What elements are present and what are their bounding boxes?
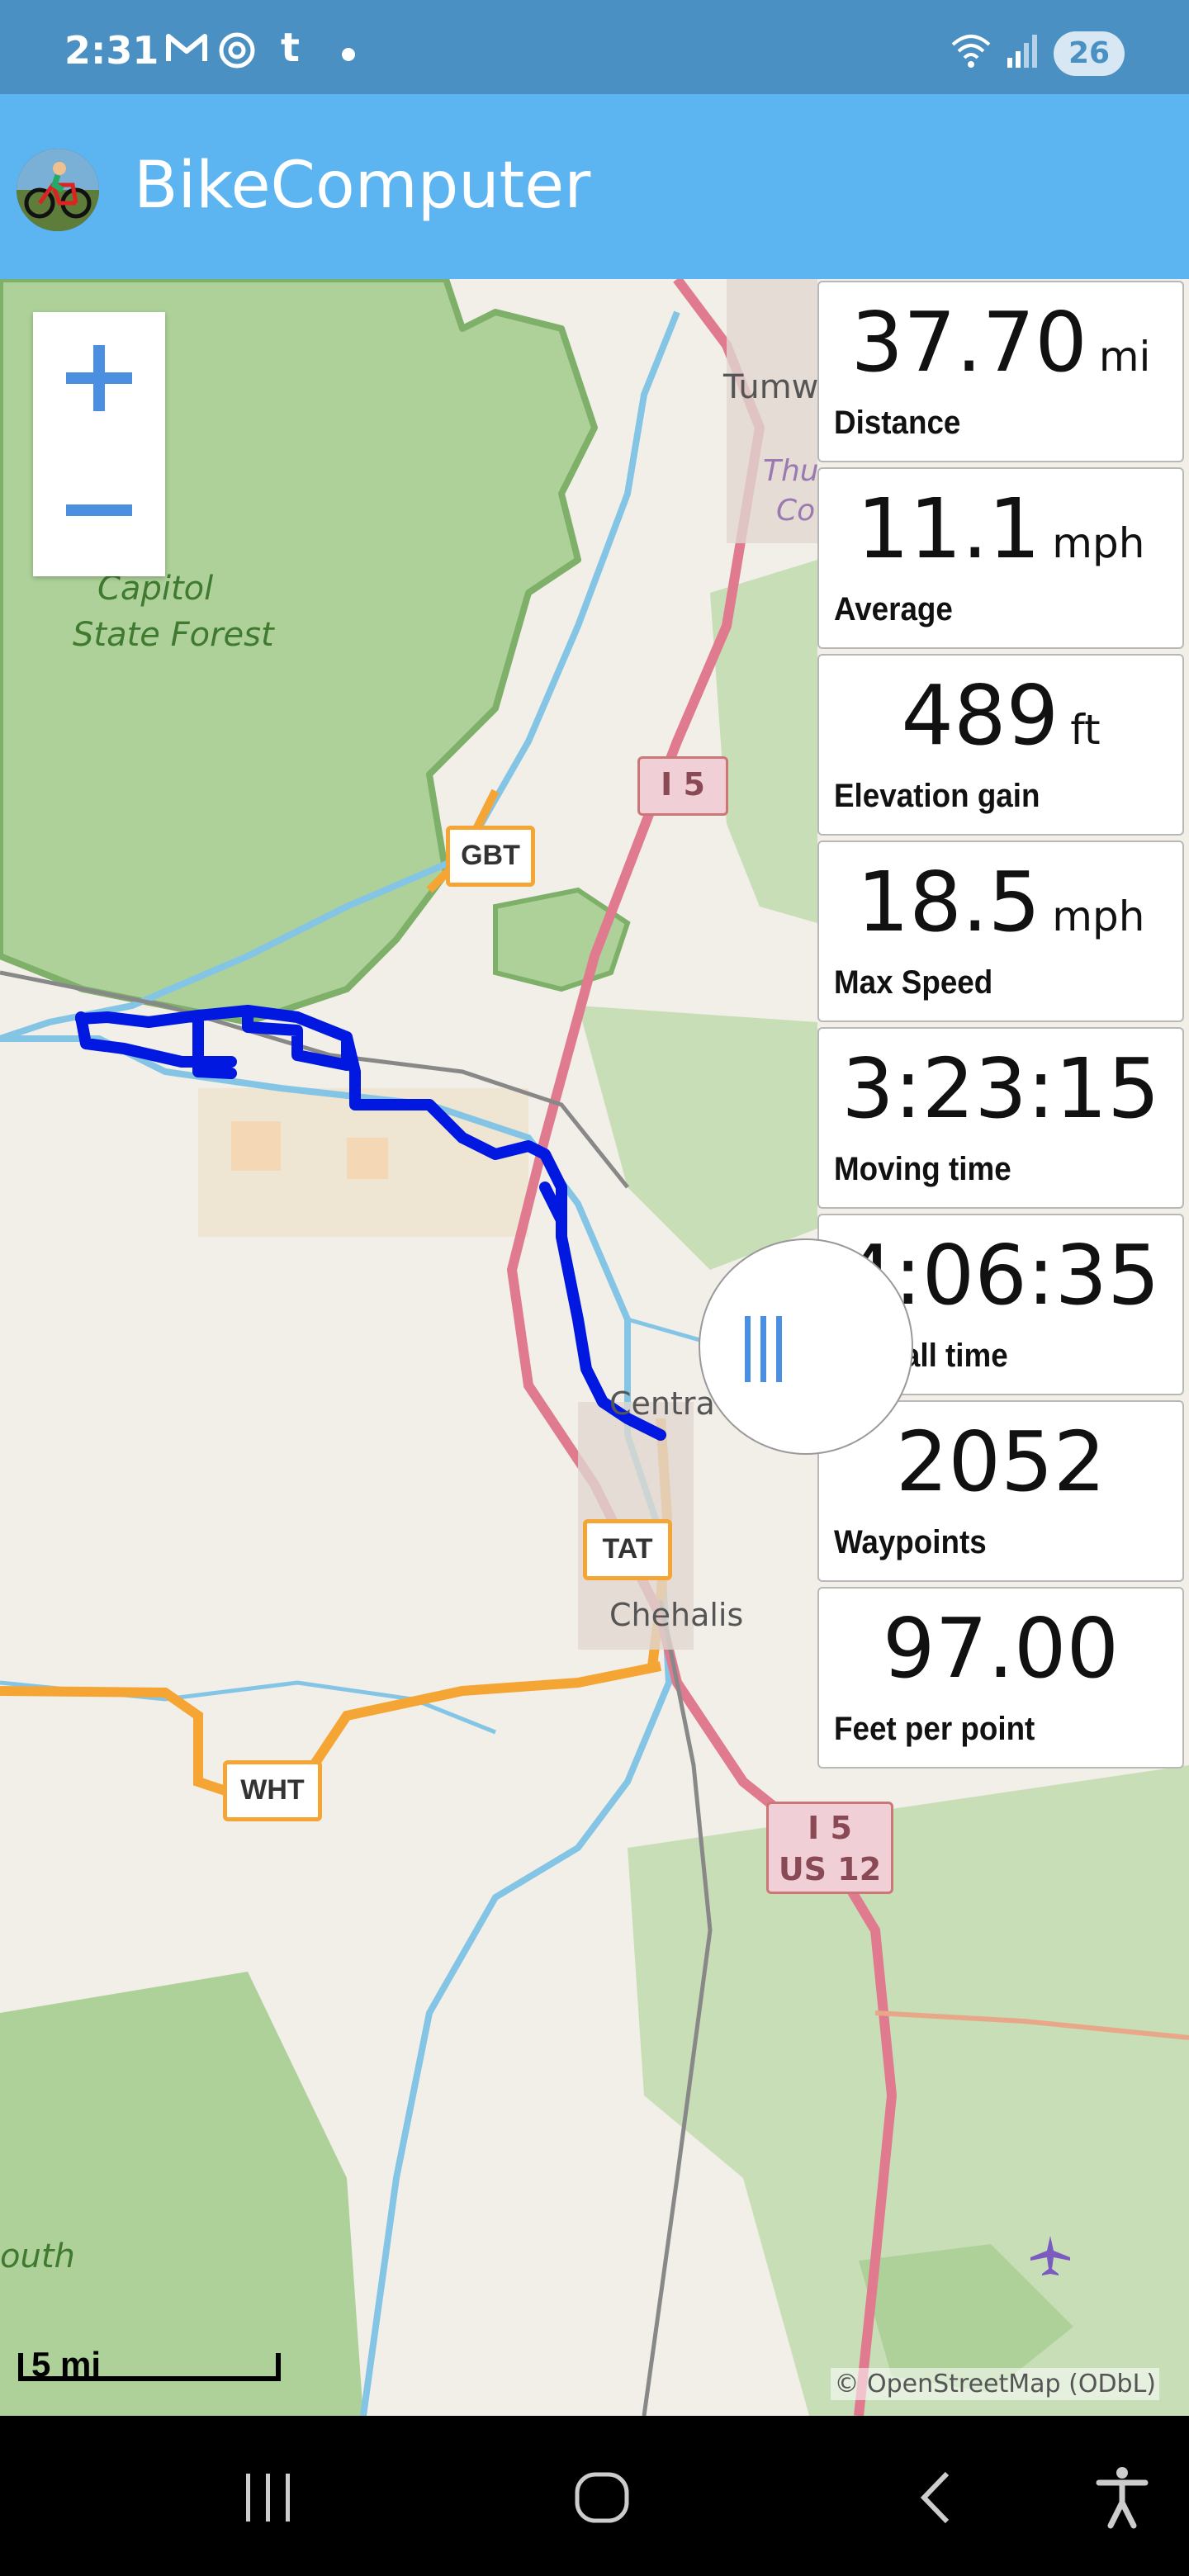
accessibility-icon <box>1096 2467 1149 2529</box>
app-bar: BikeComputer <box>0 94 1189 279</box>
stat-label: Average <box>834 591 953 627</box>
zoom-controls <box>33 312 165 576</box>
shield-us12-line: US 12 <box>778 1851 882 1887</box>
status-time: 2:31 <box>64 28 159 73</box>
stat-label: Max Speed <box>834 964 993 1001</box>
stat-value: 18.5 mph <box>856 854 1145 950</box>
shield-i5-top: I 5 <box>637 756 728 816</box>
stat-unit: ft <box>1070 706 1101 754</box>
stat-value: 11.1 mph <box>856 481 1145 577</box>
map-label-chehalis: Chehalis <box>609 1597 744 1633</box>
stat-card-average[interactable]: 11.1 mph Average <box>817 467 1184 649</box>
plus-icon <box>66 345 132 411</box>
stat-unit: mph <box>1052 519 1145 567</box>
system-nav-bar <box>0 2416 1189 2576</box>
shield-wht: WHT <box>223 1760 322 1821</box>
stat-value: 3:23:15 <box>841 1040 1160 1137</box>
zoom-in-button[interactable] <box>33 312 165 444</box>
threads-icon <box>216 30 258 69</box>
stat-card-elevation-gain[interactable]: 489 ft Elevation gain <box>817 654 1184 836</box>
shield-tat: TAT <box>583 1519 672 1580</box>
zoom-out-button[interactable] <box>33 444 165 576</box>
stat-label: Elevation gain <box>834 778 1040 814</box>
stat-label: Waypoints <box>834 1524 987 1560</box>
map-label-thurston-2: Co <box>776 494 816 528</box>
home-button[interactable] <box>565 2460 639 2535</box>
back-button[interactable] <box>898 2460 973 2535</box>
accessibility-button[interactable] <box>1085 2460 1159 2535</box>
scale-label: 5 mi <box>31 2345 102 2384</box>
shield-i5-us12: I 5 US 12 <box>766 1802 893 1894</box>
stat-label: Moving time <box>834 1151 1011 1187</box>
drag-handle-icon <box>745 1316 782 1382</box>
tumblr-icon: t <box>281 25 300 71</box>
map-label-thurston-1: Thu <box>763 454 819 488</box>
bicycle-logo-icon <box>17 149 99 231</box>
recents-icon <box>246 2474 290 2522</box>
shield-i5-line: I 5 <box>808 1810 852 1846</box>
dot-icon <box>340 30 357 66</box>
map-scale-bar: 5 mi <box>18 2345 282 2386</box>
stat-card-moving-time[interactable]: 3:23:15 Moving time <box>817 1027 1184 1209</box>
battery-indicator: 26 <box>1054 31 1125 76</box>
stat-card-feet-per-point[interactable]: 97.00 Feet per point <box>817 1587 1184 1769</box>
map-label-south: outh <box>0 2237 75 2275</box>
stat-value: 489 ft <box>901 667 1101 764</box>
map-label-state-forest: State Forest <box>73 616 274 654</box>
gmail-icon <box>165 30 208 66</box>
wifi-icon <box>950 33 992 69</box>
app-title: BikeComputer <box>134 149 591 223</box>
stat-card-distance[interactable]: 37.70 mi Distance <box>817 281 1184 462</box>
signal-icon <box>1006 33 1039 69</box>
map-label-centralia: Centra <box>609 1385 715 1422</box>
stat-label: Feet per point <box>834 1711 1035 1747</box>
stat-label: Distance <box>834 405 961 441</box>
panel-drawer-handle[interactable] <box>699 1238 913 1455</box>
back-icon <box>920 2471 950 2524</box>
stat-card-max-speed[interactable]: 18.5 mph Max Speed <box>817 841 1184 1022</box>
stat-unit: mph <box>1052 893 1145 940</box>
stat-unit: mi <box>1098 333 1151 381</box>
map-label-tumwater: Tumw <box>723 368 819 406</box>
home-icon <box>575 2472 629 2523</box>
recents-button[interactable] <box>231 2460 306 2535</box>
map-attribution[interactable]: © OpenStreetMap (ODbL) <box>831 2368 1159 2400</box>
status-bar: 2:31 t 26 <box>0 0 1189 94</box>
stat-value: 37.70 mi <box>850 294 1151 391</box>
stat-value: 97.00 <box>882 1600 1120 1697</box>
minus-icon <box>66 504 132 516</box>
shield-gbt: GBT <box>446 826 535 887</box>
